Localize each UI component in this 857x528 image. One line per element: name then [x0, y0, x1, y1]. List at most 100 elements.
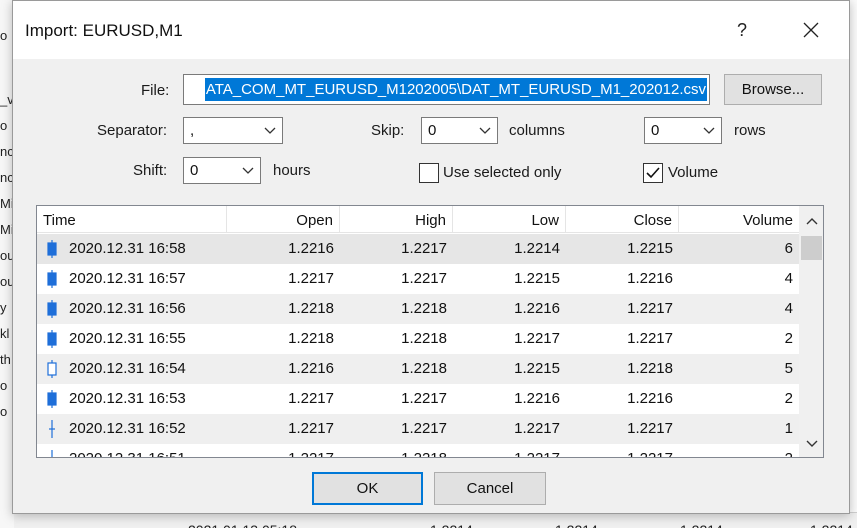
table-row[interactable]: 2020.12.31 16:53 1.2217 1.2217 1.2216 1.2216… — [37, 384, 799, 414]
close-icon — [803, 22, 819, 38]
table-cell-high: 1.2217 — [401, 420, 447, 437]
table-cell-time: 2020.12.31 16:53 — [69, 390, 186, 407]
column-header-high[interactable]: High — [340, 206, 453, 233]
skip-label: Skip: — [371, 122, 405, 139]
shift-label: Shift: — [133, 162, 168, 179]
table-row[interactable]: 2020.12.31 16:56 1.2218 1.2218 1.2216 1.2217… — [37, 294, 799, 324]
bg-bottom-cell: 2021.01.13 05:18 — [182, 515, 303, 528]
table-row[interactable]: 2020.12.31 16:52 1.2217 1.2217 1.2217 1.2217… — [37, 414, 799, 444]
table-cell-open: 1.2216 — [288, 240, 334, 257]
separator-label: Separator: — [97, 122, 168, 139]
table-cell-time: 2020.12.31 16:56 — [69, 300, 186, 317]
help-button[interactable]: ? — [719, 7, 765, 53]
table-cell-close: 1.2215 — [627, 240, 673, 257]
skip-rows-value: 0 — [651, 122, 660, 139]
use-selected-only-label[interactable]: Use selected only — [443, 164, 561, 181]
bg-bottom-cell: 1.2214 — [674, 515, 729, 528]
chevron-up-icon — [806, 217, 817, 224]
bg-bottom-cell: 1.2214 — [804, 515, 857, 528]
column-header-low[interactable]: Low — [453, 206, 566, 233]
table-cell-volume: 5 — [784, 360, 793, 377]
chevron-down-icon — [806, 440, 817, 447]
table-cell-time: 2020.12.31 16:57 — [69, 270, 186, 287]
table-cell-high: 1.2217 — [401, 240, 447, 257]
table-cell-open: 1.2217 — [288, 420, 334, 437]
column-header-close[interactable]: Close — [566, 206, 679, 233]
chevron-down-icon — [703, 127, 715, 134]
table-cell-close: 1.2216 — [627, 270, 673, 287]
scroll-up-button[interactable] — [799, 210, 823, 232]
skip-rows-select[interactable]: 0 — [644, 117, 722, 144]
question-icon: ? — [736, 19, 747, 40]
hours-label: hours — [273, 162, 311, 179]
table-cell-open: 1.2217 — [227, 444, 340, 457]
table-cell-close: 1.2217 — [627, 330, 673, 347]
table-cell-close: 1.2217 — [627, 420, 673, 437]
close-button[interactable] — [787, 7, 835, 53]
bg-left-text: o — [0, 28, 8, 43]
bg-bottom-cell: 1.2214 — [549, 515, 604, 528]
column-header-time[interactable]: Time — [37, 206, 227, 233]
table-cell-volume: 4 — [784, 270, 793, 287]
table-cell-low: 1.2217 — [453, 444, 566, 457]
table-cell-open: 1.2218 — [288, 330, 334, 347]
table-header: Time Open High Low Close Volume — [37, 206, 799, 233]
dialog-title: Import: EURUSD,M1 — [25, 21, 183, 40]
table-cell-time: 2020.12.31 16:55 — [69, 330, 186, 347]
dialog-titlebar[interactable]: Import: EURUSD,M1 ? — [13, 1, 849, 59]
table-cell-high: 1.2218 — [401, 330, 447, 347]
table-cell-close: 1.2216 — [627, 390, 673, 407]
table-cell-time: 2020.12.31 16:58 — [69, 240, 186, 257]
table-row[interactable]: 2020.12.31 16:57 1.2217 1.2217 1.2215 1.2216… — [37, 264, 799, 294]
table-row[interactable]: 2020.12.31 16:54 1.2216 1.2218 1.2215 1.2218… — [37, 354, 799, 384]
scroll-thumb[interactable] — [801, 236, 822, 260]
use-selected-only-checkbox[interactable] — [419, 163, 439, 183]
table-cell-close: 1.2218 — [627, 360, 673, 377]
table-cell-close: 1.2217 — [627, 300, 673, 317]
column-header-volume[interactable]: Volume — [679, 206, 799, 233]
table-cell-high: 1.2217 — [401, 270, 447, 287]
file-path-value: ATA_COM_MT_EURUSD_M1202005\DAT_MT_EURUSD… — [204, 78, 707, 101]
volume-checkbox[interactable] — [643, 163, 663, 183]
table-cell-volume: 4 — [784, 300, 793, 317]
data-preview-table[interactable]: Time Open High Low Close Volume 2020.12.… — [36, 205, 824, 458]
table-cell-time: 2020.12.31 16:52 — [69, 420, 186, 437]
table-row[interactable]: 2020.12.31 16:511.22171.22181.22171.2217… — [37, 444, 799, 457]
columns-label: columns — [509, 122, 565, 139]
table-cell-time: 2020.12.31 16:51 — [37, 444, 227, 457]
table-row[interactable]: 2020.12.31 16:58 1.2216 1.2217 1.2214 1.2215… — [37, 234, 799, 264]
chevron-down-icon — [264, 127, 276, 134]
ok-button[interactable]: OK — [312, 472, 423, 505]
table-cell-open: 1.2216 — [288, 360, 334, 377]
table-cell-volume: 2 — [784, 330, 793, 347]
table-cell-close: 1.2217 — [566, 444, 679, 457]
browse-button[interactable]: Browse... — [724, 74, 822, 105]
scroll-down-button[interactable] — [799, 432, 823, 454]
table-cell-volume: 2 — [679, 444, 799, 457]
table-cell-low: 1.2214 — [514, 240, 560, 257]
import-dialog: Import: EURUSD,M1 ? File: ATA_COM_MT_EUR… — [12, 0, 850, 514]
cancel-button[interactable]: Cancel — [434, 472, 546, 505]
volume-label[interactable]: Volume — [668, 164, 718, 181]
table-cell-low: 1.2215 — [514, 360, 560, 377]
bg-left-text: o — [0, 118, 8, 133]
shift-hours-select[interactable]: 0 — [183, 157, 261, 184]
bg-left-text: kl — [0, 326, 10, 341]
table-cell-high: 1.2218 — [340, 444, 453, 457]
skip-columns-select[interactable]: 0 — [421, 117, 498, 144]
table-cell-volume: 2 — [784, 390, 793, 407]
table-cell-open: 1.2217 — [288, 390, 334, 407]
table-cell-low: 1.2215 — [514, 270, 560, 287]
separator-select[interactable]: , — [183, 117, 283, 144]
table-vertical-scrollbar[interactable] — [799, 206, 823, 457]
chevron-down-icon — [479, 127, 491, 134]
chevron-down-icon — [242, 167, 254, 174]
file-path-input[interactable]: ATA_COM_MT_EURUSD_M1202005\DAT_MT_EURUSD… — [183, 74, 710, 105]
table-row[interactable]: 2020.12.31 16:55 1.2218 1.2218 1.2217 1.2217… — [37, 324, 799, 354]
file-label: File: — [141, 82, 170, 99]
bg-left-text: y — [0, 300, 7, 315]
bg-left-text: th — [0, 352, 11, 367]
table-cell-volume: 1 — [784, 420, 793, 437]
column-header-open[interactable]: Open — [227, 206, 340, 233]
table-cell-open: 1.2217 — [288, 270, 334, 287]
